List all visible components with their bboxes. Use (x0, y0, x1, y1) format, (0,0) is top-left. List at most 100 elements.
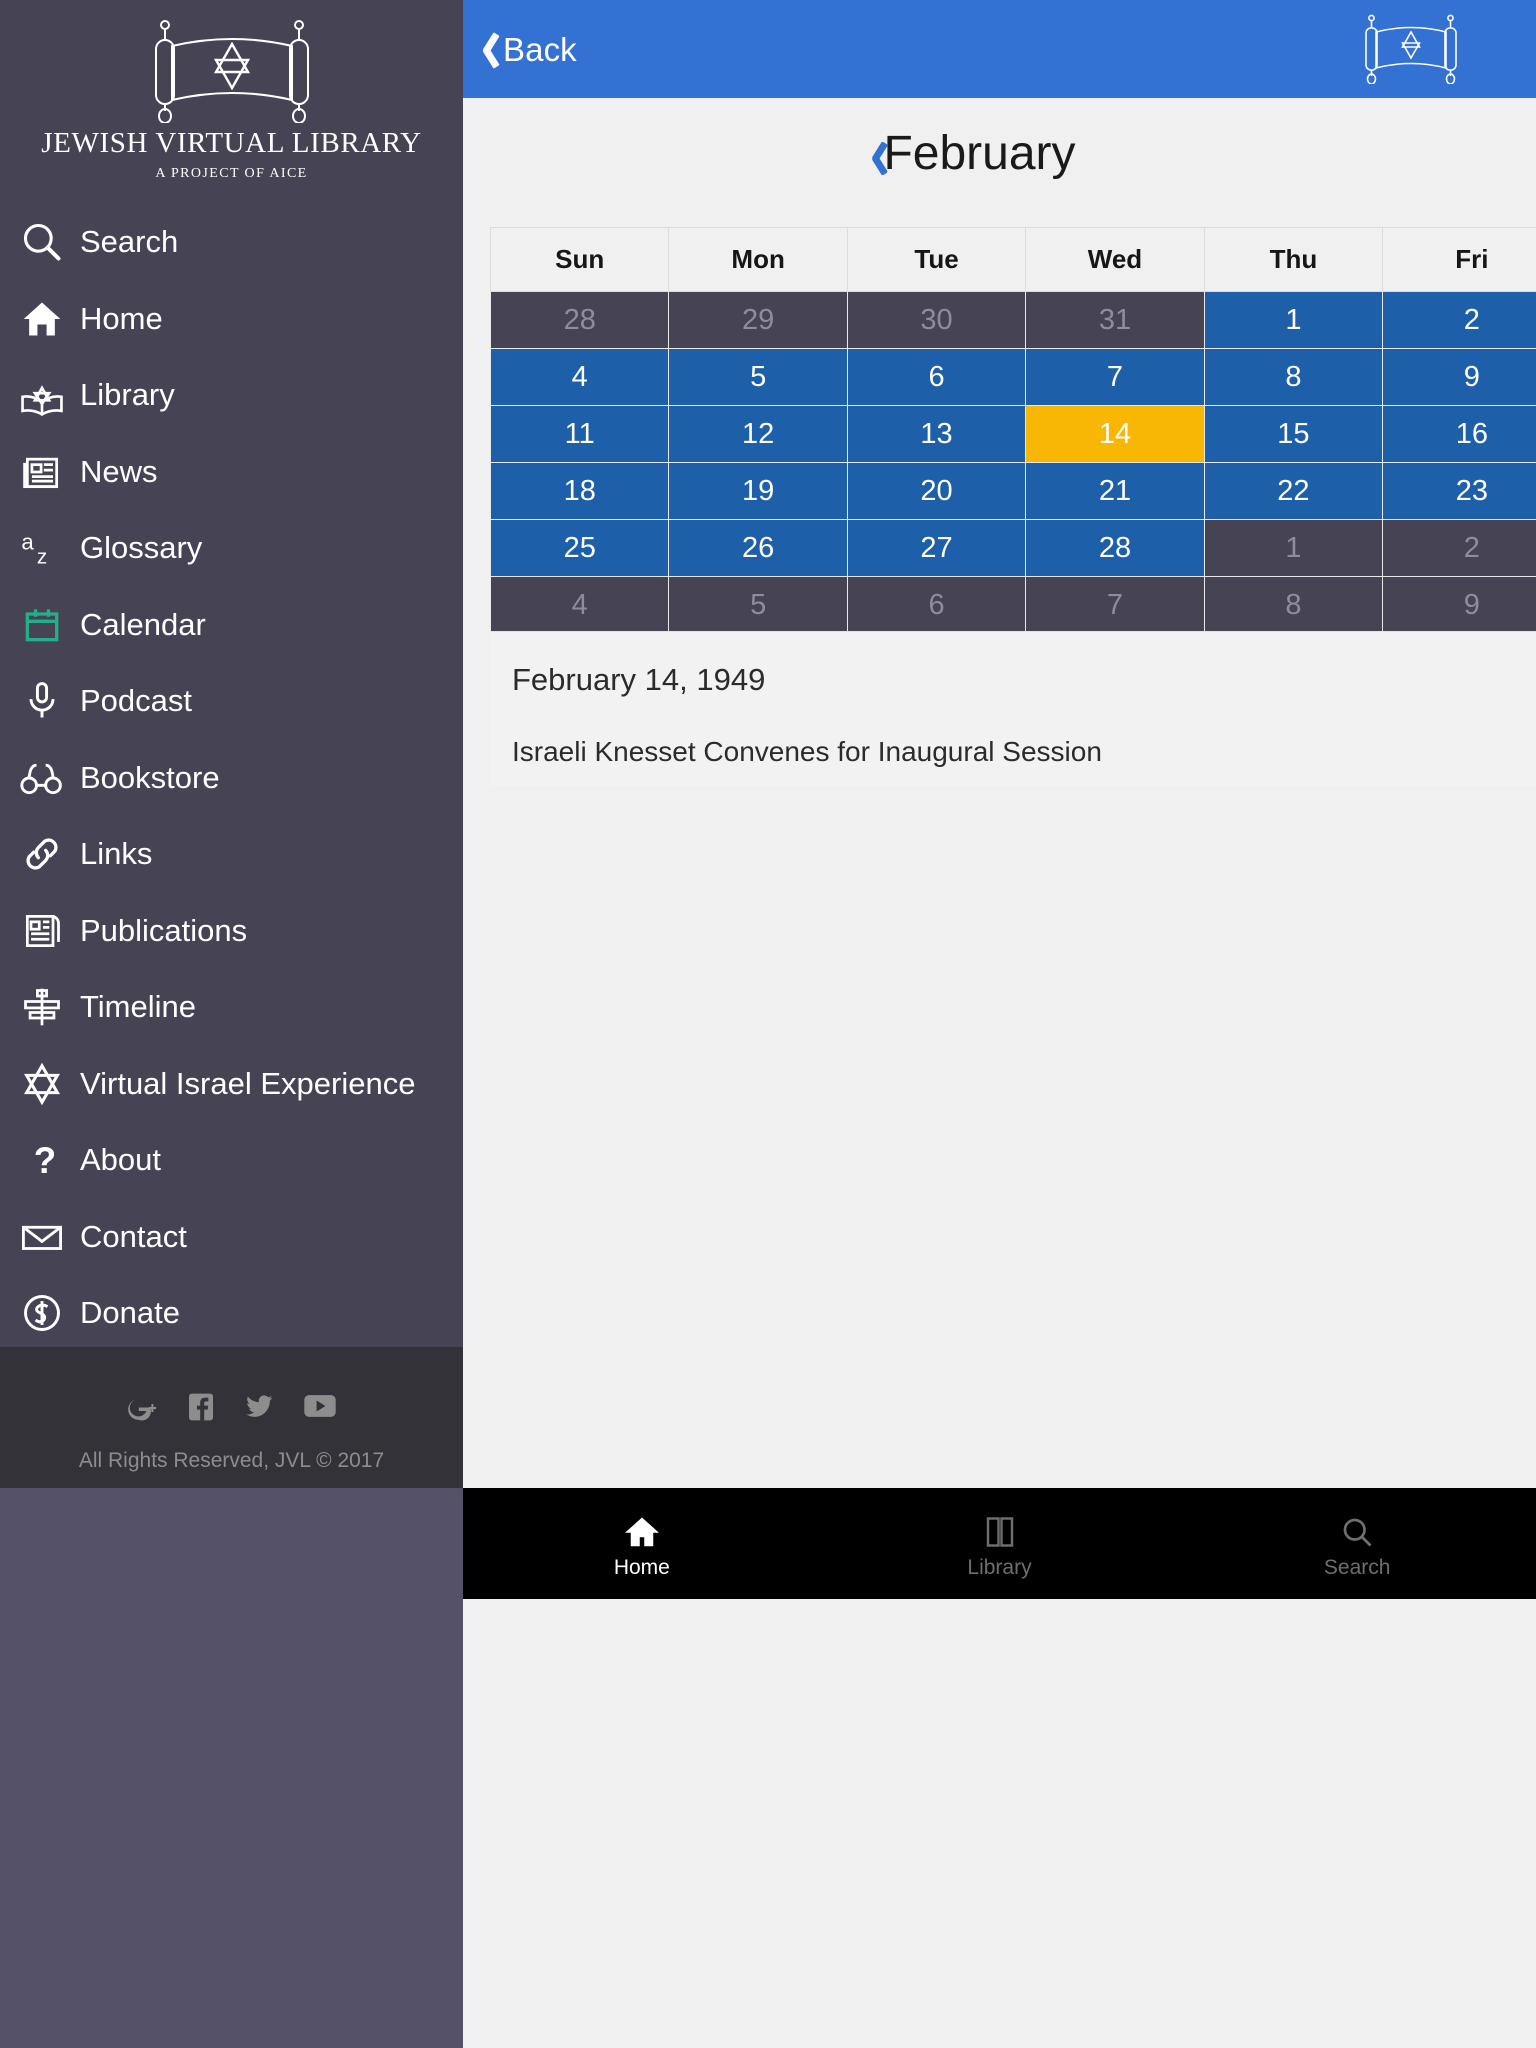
weekday-header: Thu (1203, 227, 1384, 292)
calendar-day[interactable]: 5 (668, 576, 848, 634)
calendar-day[interactable]: 8 (1203, 576, 1384, 634)
sidebar-item-bookstore[interactable]: Bookstore (0, 740, 463, 817)
sidebar-item-links[interactable]: Links (0, 816, 463, 893)
weekday-header: Sun (489, 227, 670, 292)
calendar-day[interactable]: 29 (668, 291, 848, 349)
sidebar-menu: Search Home Library News az Glossary Cal… (0, 204, 463, 1352)
calendar-day[interactable]: 22 (1203, 462, 1384, 520)
calendar-day[interactable]: 2 (1382, 519, 1536, 577)
calendar-day[interactable]: 25 (489, 519, 670, 577)
calendar-day[interactable]: 28 (489, 291, 670, 349)
eyeglasses-icon (4, 756, 80, 800)
calendar-day[interactable]: 26 (668, 519, 848, 577)
calendar-day[interactable]: 16 (1382, 405, 1536, 463)
sidebar-item-label: Glossary (80, 530, 203, 566)
sidebar-item-publications[interactable]: Publications (0, 893, 463, 970)
sidebar-item-label: Publications (80, 912, 248, 948)
tab-home[interactable]: Home (463, 1488, 821, 1599)
calendar-day[interactable]: 8 (1203, 348, 1384, 406)
nav-header: Back (463, 0, 1536, 98)
calendar-day[interactable]: 18 (489, 462, 670, 520)
calendar-day[interactable]: 19 (668, 462, 848, 520)
calendar-day[interactable]: 23 (1382, 462, 1536, 520)
calendar-day[interactable]: 6 (846, 348, 1027, 406)
weekday-header: Fri (1382, 227, 1536, 292)
sidebar-item-label: Home (80, 300, 163, 336)
sidebar-item-donate[interactable]: Donate (0, 1275, 463, 1352)
search-icon (1343, 1518, 1372, 1546)
youtube-icon[interactable] (302, 1391, 338, 1430)
sidebar-item-news[interactable]: News (0, 434, 463, 511)
sidebar-item-calendar[interactable]: Calendar (0, 587, 463, 664)
calendar-day[interactable]: 4 (489, 576, 670, 634)
timeline-icon (4, 985, 80, 1029)
sidebar-item-label: About (80, 1142, 162, 1178)
calendar-day[interactable]: 1 (1203, 291, 1384, 349)
event-title[interactable]: Israeli Knesset Convenes for Inaugural S… (512, 736, 1536, 768)
calendar-body: 2829303112345678910111213141516171819202… (489, 291, 1536, 634)
calendar-day[interactable]: 7 (1025, 348, 1205, 406)
calendar-day[interactable]: 7 (1025, 576, 1205, 634)
weekday-header: Mon (668, 227, 848, 292)
sidebar-item-contact[interactable]: Contact (0, 1199, 463, 1276)
svg-text:z: z (37, 546, 47, 569)
sidebar-item-label: Virtual Israel Experience (80, 1065, 416, 1101)
google-plus-icon[interactable] (126, 1391, 160, 1430)
calendar-day[interactable]: 6 (846, 576, 1027, 634)
sidebar-item-label: Timeline (80, 989, 196, 1025)
sidebar-item-label: Bookstore (80, 759, 220, 795)
calendar-day[interactable]: 13 (846, 405, 1027, 463)
calendar-day[interactable]: 9 (1382, 576, 1536, 634)
back-button[interactable]: Back (475, 24, 577, 76)
calendar-day[interactable]: 15 (1203, 405, 1384, 463)
calendar-weekday-header-row: Sun Mon Tue Wed Thu Fri Sat (489, 227, 1536, 292)
event-detail-card: February 14, 1949 Israeli Knesset Conven… (490, 631, 1536, 786)
brand-name: JEWISH VIRTUAL LIBRARY (41, 127, 422, 159)
tab-library[interactable]: Library (821, 1488, 1179, 1599)
sidebar-item-home[interactable]: Home (0, 281, 463, 358)
calendar-day[interactable]: 9 (1382, 348, 1536, 406)
torah-scroll-star-of-david-icon (154, 20, 309, 123)
sidebar-item-label: Contact (80, 1218, 187, 1254)
calendar-day[interactable]: 27 (846, 519, 1027, 577)
sidebar-item-podcast[interactable]: Podcast (0, 663, 463, 740)
sidebar-item-glossary[interactable]: az Glossary (0, 510, 463, 587)
calendar-day-selected[interactable]: 14 (1025, 405, 1205, 463)
weekday-header: Tue (846, 227, 1027, 292)
event-date: February 14, 1949 (512, 662, 766, 697)
newspaper-icon (4, 450, 80, 494)
tab-home-label: Home (613, 1555, 670, 1579)
sidebar-item-search[interactable]: Search (0, 204, 463, 281)
calendar-day[interactable]: 31 (1025, 291, 1205, 349)
facebook-icon[interactable] (186, 1391, 216, 1430)
month-navigation: February (463, 98, 1536, 226)
brand-subtitle: A PROJECT OF AICE (155, 166, 308, 181)
sidebar-item-label: Calendar (80, 606, 206, 642)
twitter-icon[interactable] (242, 1391, 276, 1430)
sidebar-item-label: Library (80, 377, 175, 413)
chain-link-icon (4, 832, 80, 876)
calendar-day[interactable]: 2 (1382, 291, 1536, 349)
calendar-day[interactable]: 28 (1025, 519, 1205, 577)
sidebar-item-timeline[interactable]: Timeline (0, 969, 463, 1046)
calendar-week-row: 28293031123 (489, 291, 1536, 349)
tab-search[interactable]: Search (1178, 1488, 1536, 1599)
sidebar-item-label: News (80, 453, 158, 489)
calendar-day[interactable]: 5 (668, 348, 848, 406)
calendar-day[interactable]: 4 (489, 348, 670, 406)
sidebar-item-library[interactable]: Library (0, 357, 463, 434)
sidebar-item-about[interactable]: ? About (0, 1122, 463, 1199)
calendar-grid[interactable]: Sun Mon Tue Wed Thu Fri Sat 282930311234… (489, 227, 1536, 634)
calendar-day[interactable]: 11 (489, 405, 670, 463)
calendar-day[interactable]: 20 (846, 462, 1027, 520)
calendar-day[interactable]: 1 (1203, 519, 1384, 577)
calendar-day[interactable]: 21 (1025, 462, 1205, 520)
a-to-z-icon: az (4, 526, 80, 570)
weekday-header: Wed (1025, 227, 1205, 292)
calendar-day[interactable]: 30 (846, 291, 1027, 349)
dollar-circle-icon (4, 1291, 80, 1335)
sidebar-item-virtual-israel-experience[interactable]: Virtual Israel Experience (0, 1046, 463, 1123)
calendar-day[interactable]: 12 (668, 405, 848, 463)
chevron-left-icon (475, 31, 497, 69)
copyright-text: All Rights Reserved, JVL © 2017 (78, 1449, 385, 1472)
